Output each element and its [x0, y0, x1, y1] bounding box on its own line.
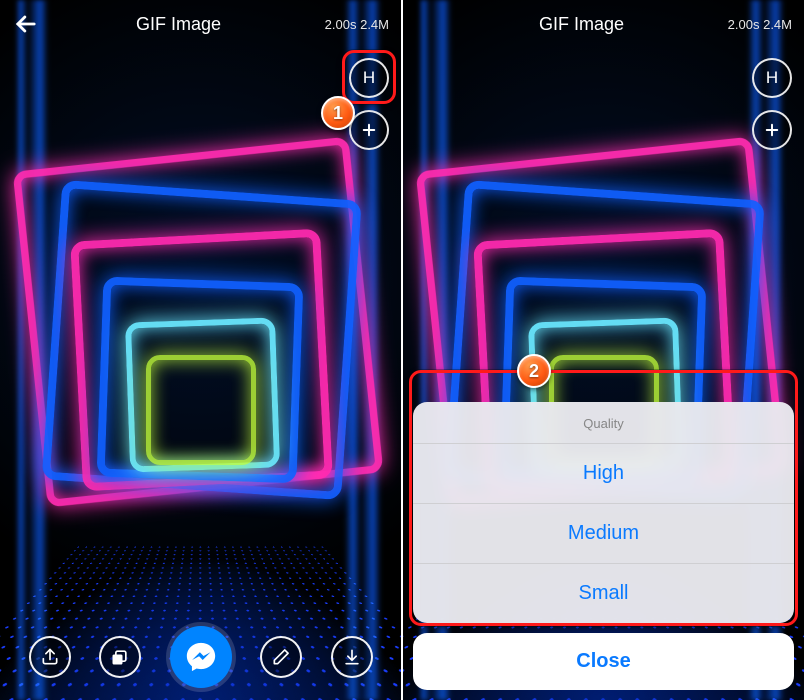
layers-button[interactable] — [99, 636, 141, 678]
back-arrow-icon — [12, 10, 40, 38]
download-button[interactable] — [331, 636, 373, 678]
quality-sheet-container: Quality High Medium Small Close — [413, 402, 794, 690]
messenger-button[interactable] — [170, 626, 232, 688]
back-button[interactable] — [12, 10, 40, 38]
quality-button[interactable]: H — [752, 58, 792, 98]
page-title: GIF Image — [40, 14, 317, 35]
page-title: GIF Image — [443, 14, 720, 35]
sheet-title: Quality — [413, 402, 794, 443]
download-icon — [342, 647, 362, 667]
meta-size: 2.4M — [360, 17, 389, 32]
share-button[interactable] — [29, 636, 71, 678]
share-icon — [40, 647, 60, 667]
layers-icon — [110, 647, 130, 667]
pencil-icon — [271, 647, 291, 667]
side-actions: H — [349, 58, 389, 150]
meta-duration: 2.00s — [728, 17, 760, 32]
header-bar: GIF Image 2.00s 2.4M — [0, 0, 401, 48]
meta-size: 2.4M — [763, 17, 792, 32]
quality-letter-icon: H — [363, 68, 375, 88]
meta-duration: 2.00s — [325, 17, 357, 32]
page-meta: 2.00s 2.4M — [720, 17, 792, 32]
page-meta: 2.00s 2.4M — [317, 17, 389, 32]
quality-button[interactable]: H — [349, 58, 389, 98]
sheet-close-button[interactable]: Close — [413, 633, 794, 690]
add-button[interactable] — [752, 110, 792, 150]
sheet-option-high[interactable]: High — [413, 443, 794, 503]
bottom-toolbar — [0, 626, 401, 688]
side-actions: H — [752, 58, 792, 150]
quality-letter-icon: H — [766, 68, 778, 88]
screen-right: GIF Image 2.00s 2.4M H Quality High Medi… — [403, 0, 804, 700]
gif-preview-background — [0, 0, 401, 700]
messenger-icon — [184, 640, 218, 674]
sheet-option-medium[interactable]: Medium — [413, 503, 794, 563]
edit-button[interactable] — [260, 636, 302, 678]
screen-left: GIF Image 2.00s 2.4M H 1 — [0, 0, 401, 700]
plus-icon — [360, 121, 378, 139]
add-button[interactable] — [349, 110, 389, 150]
header-bar: GIF Image 2.00s 2.4M — [403, 0, 804, 48]
sheet-option-small[interactable]: Small — [413, 563, 794, 623]
quality-action-sheet: Quality High Medium Small — [413, 402, 794, 623]
plus-icon — [763, 121, 781, 139]
